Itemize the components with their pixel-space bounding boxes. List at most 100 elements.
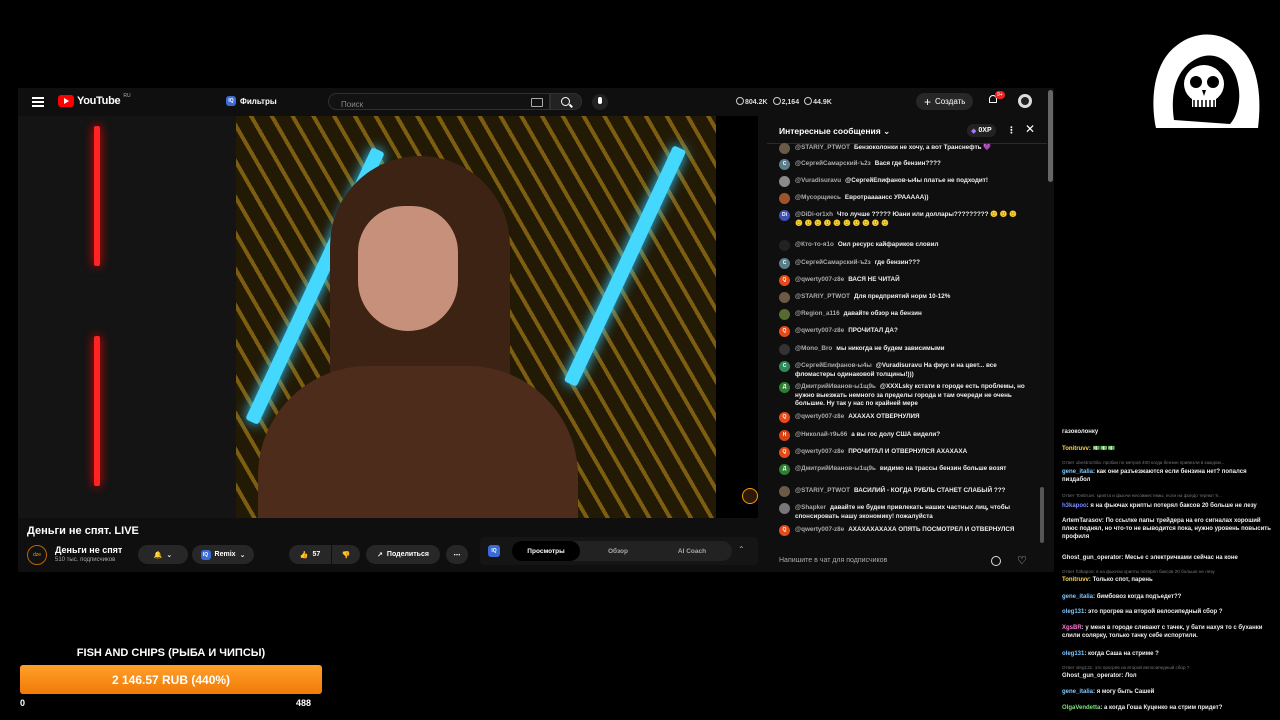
chat-author[interactable]: @Мусорщиесь [795, 194, 841, 201]
chat-avatar[interactable] [779, 240, 790, 251]
chat-author[interactable]: @Vuradisuravu [795, 177, 841, 184]
chat-avatar[interactable]: С [779, 258, 790, 269]
chat-avatar[interactable] [779, 309, 790, 320]
tab-views[interactable]: Просмотры [512, 541, 580, 561]
xp-badge[interactable]: ◆ 0XP [967, 124, 996, 137]
search-button[interactable] [550, 93, 582, 110]
menu-icon[interactable] [32, 97, 44, 107]
chat-message[interactable]: Q @qwerty007-z8e ВАСЯ НЕ ЧИТАЙ [779, 275, 1025, 286]
chat-message[interactable]: Di @DiDi-or1xh Что лучше ????? Юани или до… [779, 210, 1025, 228]
chat-message[interactable]: Д @ДмитрийИванов-ы1щ9ь @XXXLsky кстати в г… [779, 382, 1025, 409]
goal-title: FISH AND CHIPS (РЫБА И ЧИПСЫ) [76, 647, 266, 659]
chat-author[interactable]: @DiDi-or1xh [795, 211, 833, 218]
chat-message[interactable]: Q @qwerty007-z8e АХАХАХ ОТВЕРНУЛИЯ [779, 412, 1025, 423]
chat-message[interactable]: @Shapker давайте не будем привлекать наши… [779, 503, 1025, 521]
chat-message[interactable]: @STARIY_PTWOT Для предприятий норм 10-12% [779, 292, 1025, 303]
tab-ai-coach[interactable]: AI Coach [660, 541, 724, 561]
chat-author[interactable]: @Кто-то-я1о [795, 241, 834, 248]
chat-avatar[interactable] [779, 292, 790, 303]
chat-message[interactable]: @Мусорщиесь Евротраааансс УРААААА)) [779, 193, 1025, 204]
chat-message[interactable]: @STARIY_PTWOT Бензоколонки не хочу, а вот… [779, 143, 1025, 154]
chat-message[interactable]: С @СергейЕпифанов-ы4ы @Vuradisuravu На фку… [779, 361, 1025, 379]
chat-avatar[interactable]: Д [779, 464, 790, 475]
chat-message[interactable]: Д @ДмитрийИванов-ы1щ9ь видимо на трассы бе… [779, 464, 1025, 475]
chat-author[interactable]: @qwerty007-z8e [795, 448, 844, 455]
more-icon[interactable]: ⋮ [1007, 125, 1016, 136]
chevron-down-icon: ⌄ [166, 551, 173, 559]
chat-author[interactable]: @Shapker [795, 504, 826, 511]
overlay-message: газоколонку [1062, 429, 1099, 435]
page-scrollbar[interactable] [1048, 90, 1053, 182]
chat-author[interactable]: @ДмитрийИванов-ы1щ9ь [795, 465, 876, 472]
chat-avatar[interactable] [779, 193, 790, 204]
microphone-icon[interactable] [592, 94, 608, 110]
emoji-icon[interactable] [991, 556, 1001, 566]
chat-message[interactable]: С @СергейСамарский-ъ2з Вася где бензин???? [779, 159, 1025, 170]
tab-overview[interactable]: Обзор [586, 541, 650, 561]
chat-message[interactable]: Q @qwerty007-z8e ПРОЧИТАЛ ДА? [779, 326, 1025, 337]
chat-avatar[interactable] [779, 176, 790, 187]
chat-message[interactable]: С @СергейСамарский-ъ2з где бензин??? [779, 258, 1025, 269]
chat-author[interactable]: @Николай-т9ь66 [795, 431, 847, 438]
chat-avatar[interactable] [779, 503, 790, 514]
account-avatar[interactable] [1018, 94, 1032, 108]
chat-avatar[interactable]: Q [779, 525, 790, 536]
chat-author[interactable]: @STARIY_PTWOT [795, 144, 850, 151]
chat-scrollbar[interactable] [1040, 145, 1044, 545]
chat-avatar[interactable] [779, 344, 790, 355]
chat-message[interactable]: @Mono_Bro мы никогда не будем зависимыми [779, 344, 1025, 355]
chat-message[interactable]: Q @qwerty007-z8e АХАХАХАХАХА ОПЯТЬ ПОСМОТР… [779, 525, 1025, 536]
chat-author[interactable]: @qwerty007-z8e [795, 413, 844, 420]
heart-icon[interactable]: ♡ [1017, 554, 1027, 567]
chat-avatar[interactable]: С [779, 361, 790, 372]
chat-title[interactable]: Интересные сообщения ⌄ [779, 126, 890, 137]
chevron-up-icon[interactable]: ⌃ [738, 545, 745, 554]
chat-avatar[interactable]: Q [779, 275, 790, 286]
filters-button[interactable]: IQ Фильтры [226, 96, 277, 106]
remix-button[interactable]: IQ Remix ⌄ [192, 545, 254, 564]
close-icon[interactable]: ✕ [1025, 122, 1035, 136]
chat-message[interactable]: Н @Николай-т9ь66 а вы гос долу США видели? [779, 430, 1025, 441]
youtube-logo[interactable]: YouTube RU [58, 93, 131, 107]
chat-avatar[interactable] [779, 143, 790, 154]
chat-author[interactable]: @STARIY_PTWOT [795, 487, 850, 494]
create-label: Создать [935, 97, 966, 106]
share-button[interactable]: ↗ Поделиться [366, 545, 440, 564]
chat-author[interactable]: @СергейСамарский-ъ2з [795, 160, 871, 167]
channel-avatar[interactable]: dze [27, 545, 47, 565]
more-actions-button[interactable]: ⋯ [446, 545, 468, 564]
chat-author[interactable]: @qwerty007-z8e [795, 276, 844, 283]
chat-avatar[interactable]: Н [779, 430, 790, 441]
dislike-button[interactable]: 👎 [332, 545, 360, 564]
chat-author[interactable]: @Region_a116 [795, 310, 840, 317]
chat-author[interactable]: @qwerty007-z8e [795, 526, 844, 533]
chat-author[interactable]: @qwerty007-z8e [795, 327, 844, 334]
chat-author[interactable]: @Mono_Bro [795, 345, 832, 352]
chat-author[interactable]: @СергейЕпифанов-ы4ы [795, 362, 872, 369]
chat-message[interactable]: @Region_a116 давайте обзор на бензин [779, 309, 1025, 320]
like-button[interactable]: 👍 57 [289, 545, 331, 564]
chat-avatar[interactable] [779, 486, 790, 497]
chat-message[interactable]: Q @qwerty007-z8e ПРОЧИТАЛ И ОТВЕРНУЛСЯ АХА… [779, 447, 1025, 458]
chat-avatar[interactable]: Q [779, 412, 790, 423]
search-input[interactable] [337, 97, 521, 112]
chat-message[interactable]: @Кто-то-я1о Оил ресурс кайфариков словил [779, 240, 1025, 251]
chat-avatar[interactable]: Q [779, 447, 790, 458]
chat-avatar[interactable]: Di [779, 210, 790, 221]
subscribe-bell-button[interactable]: 🔔 ⌄ [138, 545, 188, 564]
chat-message[interactable]: @Vuradisuravu @СергейЕпифанов-ы4ы платье … [779, 176, 1025, 187]
channel-name[interactable]: Деньги не спят [55, 545, 122, 555]
chat-text: ВАСЯ НЕ ЧИТАЙ [848, 276, 900, 283]
chat-avatar[interactable]: Q [779, 326, 790, 337]
chat-avatar[interactable]: Д [779, 382, 790, 393]
chat-message[interactable]: @STARIY_PTWOT ВАСИЛИЙ - КОГДА РУБЛЬ СТАНЕ… [779, 486, 1025, 497]
chat-avatar[interactable]: С [779, 159, 790, 170]
create-button[interactable]: + Создать [916, 93, 974, 110]
chat-author[interactable]: @СергейСамарский-ъ2з [795, 259, 871, 266]
chat-author[interactable]: @ДмитрийИванов-ы1щ9ь [795, 383, 876, 390]
video-player[interactable] [18, 116, 758, 518]
chat-author[interactable]: @STARIY_PTWOT [795, 293, 850, 300]
overlay-username: Tonitruvv [1062, 446, 1089, 452]
chat-input[interactable]: Напишите в чат для подписчиков [779, 557, 887, 564]
keyboard-icon[interactable] [531, 98, 543, 107]
